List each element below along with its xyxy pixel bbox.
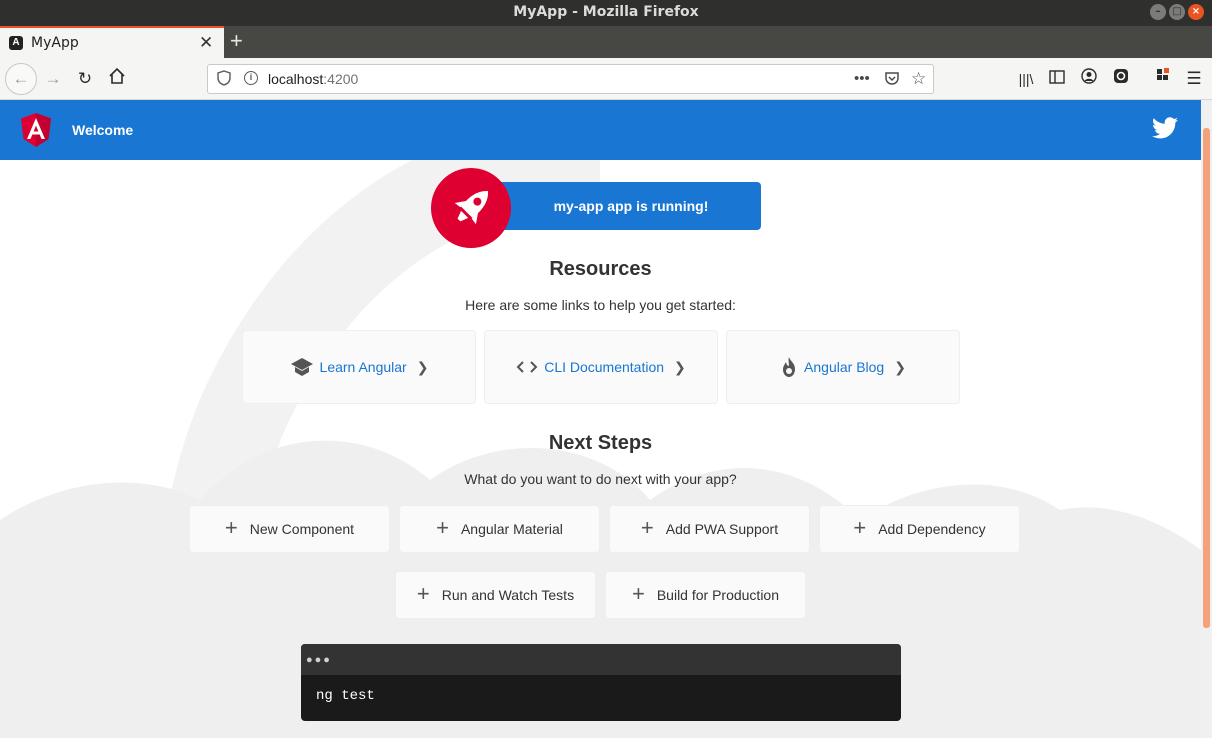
step-label: Add PWA Support [665,521,779,537]
maximize-button[interactable]: □ [1169,4,1185,20]
cli-documentation-card[interactable]: CLI Documentation ❯ [484,330,718,404]
next-steps-heading: Next Steps [548,432,653,454]
tab-title: MyApp [31,35,79,51]
page-content: Welcome my-app app is running! Resources… [0,100,1201,738]
url-host: localhost [268,71,324,87]
terminal-command: ng test [316,688,375,704]
resources-subtitle: Here are some links to help you get star… [465,297,736,313]
tracking-shield-icon[interactable] [217,70,231,89]
back-icon[interactable]: ← [5,63,37,95]
tab-strip: A MyApp ✕ + [0,26,1212,58]
angular-blog-card[interactable]: Angular Blog ❯ [726,330,960,404]
menu-icon[interactable]: ☰ [1182,67,1206,91]
angular-favicon-icon: A [9,36,23,50]
close-tab-icon[interactable]: ✕ [199,33,213,53]
school-icon [290,358,313,376]
card-label: Angular Blog [804,359,885,375]
extensions-puzzle-icon[interactable] [1151,67,1175,91]
minimize-button[interactable]: – [1150,4,1166,20]
extension-icon[interactable] [1109,67,1133,91]
add-pwa-support-button[interactable]: + Add PWA Support [609,505,810,553]
tab-myapp[interactable]: A MyApp ✕ [0,26,224,58]
twitter-icon[interactable] [1152,117,1178,139]
card-label: Learn Angular [319,359,407,375]
plus-icon: + [436,514,449,540]
step-label: Run and Watch Tests [441,587,575,603]
forward-icon[interactable]: → [41,67,65,91]
step-label: New Component [249,521,355,537]
close-window-button[interactable]: × [1188,4,1204,20]
terminal-titlebar: ●●● [301,644,901,675]
next-steps-subtitle: What do you want to do next with your ap… [464,471,737,487]
new-tab-icon[interactable]: + [230,28,243,54]
build-for-production-button[interactable]: + Build for Production [605,571,806,619]
chevron-right-icon: ❯ [894,358,906,375]
angular-material-button[interactable]: + Angular Material [399,505,600,553]
app-running-banner: my-app app is running! [495,182,761,230]
step-label: Angular Material [460,521,563,537]
navigation-toolbar: ← → ↻ i localhost:4200 ••• ☆ |||\ ☰ [0,58,1212,100]
run-and-watch-tests-button[interactable]: + Run and Watch Tests [395,571,596,619]
bookmark-star-icon[interactable]: ☆ [911,69,926,89]
plus-icon: + [853,514,867,540]
sidebar-icon[interactable] [1045,67,1069,91]
new-component-button[interactable]: + New Component [189,505,390,553]
site-info-icon[interactable]: i [244,71,258,85]
reload-icon[interactable]: ↻ [73,67,97,91]
library-icon[interactable]: |||\ [1014,67,1038,91]
resources-heading: Resources [549,258,652,280]
step-label: Add Dependency [878,521,986,537]
pocket-icon[interactable] [884,70,900,90]
url-text[interactable]: localhost:4200 [268,71,358,87]
page-actions-icon[interactable]: ••• [854,70,870,87]
rocket-badge [431,168,511,248]
fire-icon [783,357,796,377]
card-label: CLI Documentation [544,359,665,375]
terminal-dots-icon: ●●● [306,654,332,666]
app-toolbar: Welcome [0,100,1201,160]
url-port: :4200 [323,71,359,87]
code-icon [516,361,538,373]
welcome-title: Welcome [72,122,134,138]
rocket-icon [454,191,488,225]
url-bar[interactable]: i localhost:4200 ••• ☆ [207,64,934,94]
add-dependency-button[interactable]: + Add Dependency [819,505,1020,553]
home-icon[interactable] [105,67,129,91]
window-title: MyApp - Mozilla Firefox [513,4,699,20]
terminal-window: ●●● ng test [301,644,901,721]
page-scrollbar-thumb[interactable] [1203,128,1210,628]
plus-icon: + [631,580,645,606]
plus-icon: + [416,580,430,606]
chevron-right-icon: ❯ [416,358,429,375]
plus-icon: + [224,514,238,540]
window-titlebar: MyApp - Mozilla Firefox – □ × [0,0,1212,26]
plus-icon: + [640,514,654,540]
step-label: Build for Production [656,587,780,603]
chevron-right-icon: ❯ [674,358,686,375]
account-icon[interactable] [1077,67,1101,91]
learn-angular-card[interactable]: Learn Angular ❯ [242,330,476,404]
angular-logo-icon [21,113,51,147]
